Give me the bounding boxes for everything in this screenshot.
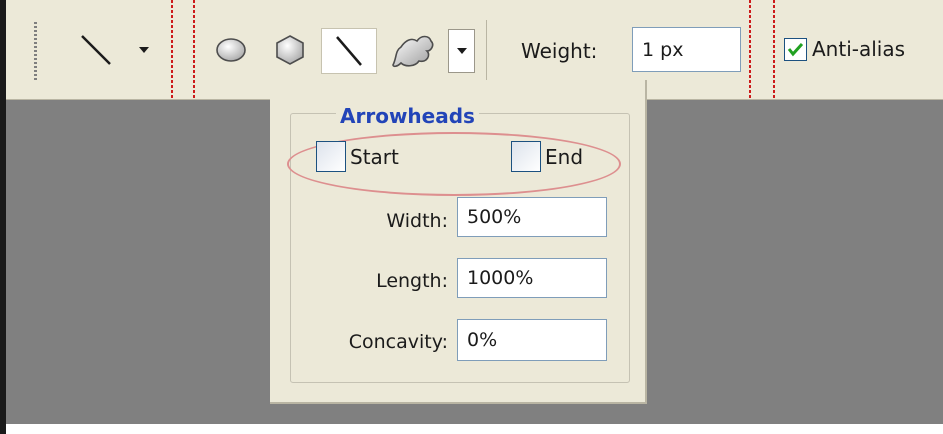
tool-preset-dropdown[interactable] (134, 28, 154, 72)
shape-options-dropdown[interactable] (448, 29, 475, 73)
start-option[interactable]: Start (316, 141, 399, 172)
toolbar-separator (193, 0, 195, 99)
end-option[interactable]: End (511, 141, 583, 172)
length-input[interactable]: 1000% (457, 258, 607, 298)
start-label: Start (350, 144, 399, 169)
bottom-margin (6, 424, 943, 434)
screenshot-frame: Weight: 1 px Anti-alias Arrowheads Start… (0, 0, 943, 434)
width-input[interactable]: 500% (457, 197, 607, 237)
arrowheads-options-panel: Arrowheads Start End Width: 500% Length:… (270, 80, 647, 404)
start-checkbox[interactable] (316, 141, 346, 172)
toolbar-separator (749, 0, 751, 99)
polygon-icon (276, 35, 304, 65)
tool-preset-picker[interactable] (70, 28, 122, 72)
antialias-label: Anti-alias (812, 37, 906, 61)
polygon-tool-button[interactable] (266, 28, 314, 72)
custom-shape-tool-button[interactable] (382, 28, 442, 72)
width-label: Width: (386, 210, 448, 232)
dropdown-arrow-icon (139, 47, 149, 53)
end-checkbox[interactable] (511, 141, 541, 172)
custom-shape-icon (392, 35, 434, 68)
arrowheads-title: Arrowheads (336, 104, 479, 128)
ellipse-tool-button[interactable] (208, 28, 254, 72)
toolbar-separator (773, 0, 775, 99)
toolbar-grip[interactable] (34, 22, 37, 80)
weight-label: Weight: (521, 39, 598, 63)
concavity-label: Concavity: (348, 331, 448, 353)
length-label: Length: (376, 270, 448, 292)
toolbar-separator (171, 0, 173, 99)
end-label: End (545, 144, 584, 169)
ellipse-icon (216, 38, 246, 62)
toolbar-divider (486, 20, 487, 80)
line-icon (336, 36, 362, 66)
line-tool-button[interactable] (321, 28, 377, 74)
checkmark-icon (787, 42, 804, 57)
line-tool-icon (81, 35, 111, 65)
weight-input[interactable]: 1 px (632, 27, 741, 72)
antialias-checkbox[interactable] (784, 38, 807, 61)
concavity-input[interactable]: 0% (457, 319, 607, 361)
dropdown-arrow-icon (456, 48, 467, 54)
